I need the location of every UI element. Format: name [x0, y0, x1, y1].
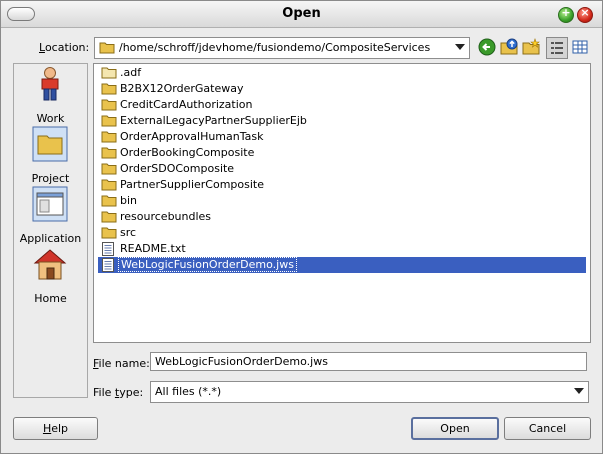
- file-list-item[interactable]: bin: [98, 193, 586, 209]
- list-view-icon: [551, 42, 563, 54]
- help-label: elp: [51, 422, 69, 435]
- chevron-down-icon: [574, 388, 584, 394]
- folder-icon: [101, 195, 117, 207]
- maximize-button[interactable]: +: [558, 6, 574, 23]
- location-label: Location:: [39, 41, 89, 54]
- folder-icon: [32, 126, 68, 162]
- new-folder-icon[interactable]: [522, 38, 540, 56]
- file-list[interactable]: .adf B2BX12OrderGateway CreditCardAuthoriz…: [93, 63, 591, 343]
- up-folder-icon[interactable]: [500, 38, 518, 56]
- folder-icon: [101, 115, 117, 127]
- location-combo[interactable]: /home/schroff/jdevhome/fusiondemo/Compos…: [94, 37, 470, 59]
- close-icon: ×: [580, 6, 590, 19]
- file-name: resourcebundles: [120, 210, 212, 223]
- folder-icon: [101, 179, 117, 191]
- file-list-item[interactable]: OrderBookingComposite: [98, 145, 586, 161]
- file-name-label-text: ile name:: [98, 357, 150, 370]
- file-name-input[interactable]: [150, 352, 587, 371]
- file-name: README.txt: [120, 242, 186, 255]
- file-name: WebLogicFusionOrderDemo.jws: [118, 257, 297, 272]
- file-name-label: File name:: [93, 357, 150, 370]
- folder-icon: [101, 67, 117, 79]
- places-sidebar: Work Project Application Home: [13, 63, 88, 398]
- file-name: B2BX12OrderGateway: [120, 82, 244, 95]
- title-bar[interactable]: Open + ×: [1, 1, 602, 28]
- file-name: .adf: [120, 66, 142, 79]
- place-label: Project: [31, 172, 70, 185]
- file-list-item[interactable]: OrderSDOComposite: [98, 161, 586, 177]
- folder-icon: [101, 83, 117, 95]
- file-name: OrderBookingComposite: [120, 146, 255, 159]
- file-list-item[interactable]: WebLogicFusionOrderDemo.jws: [98, 257, 586, 273]
- close-button[interactable]: ×: [577, 6, 593, 23]
- file-name: OrderApprovalHumanTask: [120, 130, 264, 143]
- file-name: bin: [120, 194, 138, 207]
- file-type-label-text: ype:: [119, 386, 144, 399]
- open-dialog: Open + × Location: /home/schroff/jdevhom…: [0, 0, 603, 454]
- cancel-button[interactable]: Cancel: [504, 417, 591, 440]
- file-list-item[interactable]: resourcebundles: [98, 209, 586, 225]
- file-list-item[interactable]: ExternalLegacyPartnerSupplierEjb: [98, 113, 586, 129]
- document-icon: [102, 242, 114, 256]
- details-view-icon: [572, 40, 588, 54]
- folder-icon: [101, 163, 117, 175]
- location-label-text: ocation:: [44, 41, 90, 54]
- list-view-button[interactable]: [546, 37, 568, 59]
- help-button[interactable]: Help: [13, 417, 98, 440]
- location-path: /home/schroff/jdevhome/fusiondemo/Compos…: [119, 41, 431, 54]
- folder-icon: [101, 211, 117, 223]
- file-type-label-prefix: File: [93, 386, 115, 399]
- file-name: OrderSDOComposite: [120, 162, 235, 175]
- file-name: CreditCardAuthorization: [120, 98, 253, 111]
- file-name: ExternalLegacyPartnerSupplierEjb: [120, 114, 307, 127]
- file-list-item[interactable]: PartnerSupplierComposite: [98, 177, 586, 193]
- file-name: src: [120, 226, 137, 239]
- file-name: PartnerSupplierComposite: [120, 178, 265, 191]
- back-arrow-icon[interactable]: [478, 38, 496, 56]
- folder-icon: [101, 99, 117, 111]
- file-list-item[interactable]: .adf: [98, 65, 586, 81]
- open-button[interactable]: Open: [411, 417, 499, 440]
- folder-icon: [101, 227, 117, 239]
- file-type-label: File type:: [93, 386, 143, 399]
- folder-icon: [101, 131, 117, 143]
- house-icon: [33, 249, 67, 280]
- folder-icon: [101, 147, 117, 159]
- window-title: Open: [282, 6, 321, 21]
- file-type-combo[interactable]: All files (*.*): [150, 381, 589, 403]
- person-icon: [41, 67, 59, 101]
- chevron-down-icon: [455, 44, 465, 50]
- help-mnemonic: H: [42, 422, 52, 435]
- file-list-item[interactable]: src: [98, 225, 586, 241]
- file-list-item[interactable]: OrderApprovalHumanTask: [98, 129, 586, 145]
- details-view-button[interactable]: [570, 37, 590, 57]
- file-type-value: All files (*.*): [155, 385, 222, 398]
- place-label: Work: [36, 112, 65, 125]
- plus-icon: +: [561, 6, 571, 19]
- folder-icon: [99, 42, 115, 54]
- place-label: Home: [34, 292, 67, 305]
- window-icon: [32, 186, 68, 222]
- file-list-item[interactable]: README.txt: [98, 241, 586, 257]
- file-list-item[interactable]: CreditCardAuthorization: [98, 97, 586, 113]
- place-label: Application: [19, 232, 82, 245]
- document-icon: [102, 258, 114, 272]
- file-list-item[interactable]: B2BX12OrderGateway: [98, 81, 586, 97]
